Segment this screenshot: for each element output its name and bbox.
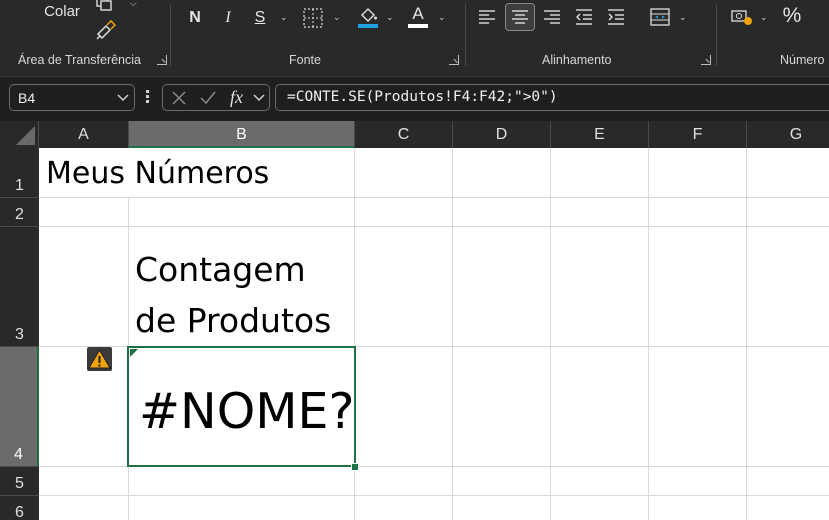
fill-color-icon[interactable] xyxy=(357,5,379,29)
borders-icon[interactable] xyxy=(302,7,324,29)
enter-icon[interactable] xyxy=(199,90,217,106)
underline-button[interactable]: S xyxy=(249,8,271,28)
font-color-chevron-icon[interactable]: ⌄ xyxy=(438,12,446,23)
accounting-chevron-icon[interactable]: ⌄ xyxy=(760,12,768,23)
copy-chevron-icon[interactable]: ⌵ xyxy=(130,0,137,9)
ribbon-separator xyxy=(170,4,171,66)
row-header-6[interactable]: 6 xyxy=(0,496,39,520)
gridline xyxy=(648,148,649,520)
formula-expand-chevron-icon[interactable] xyxy=(253,94,265,102)
copy-icon[interactable] xyxy=(94,0,116,12)
format-painter-icon[interactable] xyxy=(94,19,117,42)
formula-bar-options-icon[interactable] xyxy=(146,90,150,106)
gridline xyxy=(355,197,829,198)
name-box[interactable]: B4 xyxy=(9,84,135,111)
ribbon-separator xyxy=(465,4,466,66)
gridline xyxy=(39,226,829,227)
ribbon-separator xyxy=(716,4,717,66)
align-right-icon[interactable] xyxy=(542,7,562,27)
formula-buttons: fx xyxy=(162,84,270,111)
clipboard-group-label: Área de Transferência xyxy=(18,53,141,67)
align-left-icon[interactable] xyxy=(477,7,497,27)
insert-function-icon[interactable]: fx xyxy=(230,87,243,108)
column-header-d[interactable]: D xyxy=(453,121,551,148)
increase-indent-icon[interactable] xyxy=(606,7,626,27)
paste-button[interactable]: Colar xyxy=(40,2,84,22)
column-header-e[interactable]: E xyxy=(551,121,649,148)
cell-b3-line2[interactable]: de Produtos xyxy=(135,301,331,340)
row-header-4[interactable]: 4 xyxy=(0,347,39,467)
bold-button[interactable]: N xyxy=(184,8,206,28)
fill-color-chevron-icon[interactable]: ⌄ xyxy=(386,12,394,23)
row-header-5[interactable]: 5 xyxy=(0,467,39,496)
font-color-button[interactable]: A xyxy=(407,4,429,28)
row-header-3[interactable]: 3 xyxy=(0,227,39,347)
font-dialog-launcher-icon[interactable] xyxy=(449,55,459,65)
italic-button[interactable]: I xyxy=(217,8,239,28)
fill-handle[interactable] xyxy=(351,463,359,471)
underline-chevron-icon[interactable]: ⌄ xyxy=(280,12,288,23)
merge-center-chevron-icon[interactable]: ⌄ xyxy=(679,12,687,23)
column-header-f[interactable]: F xyxy=(649,121,747,148)
row-header-2[interactable]: 2 xyxy=(0,198,39,227)
gridline xyxy=(550,148,551,520)
gridline xyxy=(452,148,453,520)
decrease-indent-icon[interactable] xyxy=(574,7,594,27)
row-header-1[interactable]: 1 xyxy=(0,148,39,198)
column-header-c[interactable]: C xyxy=(355,121,453,148)
column-header-b[interactable]: B xyxy=(129,121,355,148)
name-box-value: B4 xyxy=(18,90,36,106)
active-cell-border xyxy=(127,346,356,467)
formula-bar: B4 fx =CONTE.SE(Produtos!F4:F42;">0") xyxy=(0,77,829,121)
borders-chevron-icon[interactable]: ⌄ xyxy=(333,12,341,23)
accounting-format-icon[interactable] xyxy=(730,7,754,27)
clipboard-dialog-launcher-icon[interactable] xyxy=(157,55,167,65)
font-color-bar xyxy=(408,24,428,28)
formula-text: =CONTE.SE(Produtos!F4:F42;">0") xyxy=(287,89,558,105)
number-group-label: Número xyxy=(780,53,825,67)
merge-center-icon[interactable] xyxy=(649,6,671,28)
cell-a1-bottom-border xyxy=(39,197,355,198)
alignment-dialog-launcher-icon[interactable] xyxy=(701,55,711,65)
column-header-g[interactable]: G xyxy=(747,121,829,148)
error-warning-button[interactable] xyxy=(87,347,112,371)
gridline xyxy=(39,495,829,496)
name-box-chevron-icon[interactable] xyxy=(117,94,129,102)
column-header-a[interactable]: A xyxy=(39,121,129,148)
align-center-button[interactable] xyxy=(505,3,535,31)
cell-a1[interactable]: Meus Números xyxy=(46,156,269,191)
select-all-corner[interactable] xyxy=(0,121,39,148)
font-group-label: Fonte xyxy=(289,53,321,67)
percent-button[interactable]: % xyxy=(781,5,803,26)
warning-icon xyxy=(88,349,111,369)
ribbon: Colar ⌵ Área de Transferência N I S ⌄ ⌄ … xyxy=(0,0,829,77)
alignment-group-label: Alinhamento xyxy=(542,53,612,67)
font-color-glyph: A xyxy=(412,4,424,23)
worksheet-grid[interactable]: A B C D E F G 1 2 3 4 5 6 Meus Números C… xyxy=(0,121,829,520)
formula-input[interactable]: =CONTE.SE(Produtos!F4:F42;">0") xyxy=(275,84,829,111)
gridline xyxy=(746,148,747,520)
cancel-icon[interactable] xyxy=(171,90,187,106)
cell-b3-line1[interactable]: Contagem xyxy=(135,250,306,289)
